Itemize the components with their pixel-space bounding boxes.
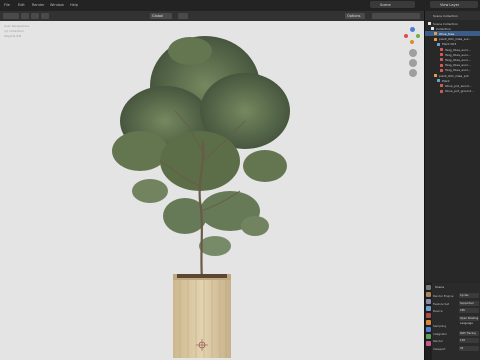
material-icon xyxy=(440,89,443,93)
property-value-field[interactable]: Cycles xyxy=(459,293,479,298)
outliner-row-label: Olive_pot_wood... xyxy=(445,83,472,88)
right-panel: Scene Collection Scene Collection Collect… xyxy=(424,11,480,360)
properties-editor[interactable]: Scene Render Engine Cycles Feature Set Supp… xyxy=(425,283,480,360)
outliner-row-label: Olive_pot_ground... xyxy=(445,89,475,94)
collection-icon xyxy=(431,27,434,31)
outliner-title: Scene Collection xyxy=(433,13,458,18)
3d-viewport[interactable]: Global Options User Perspective (1) Coll… xyxy=(0,11,424,360)
property-value-field[interactable]: 128 xyxy=(459,338,479,343)
menu-file[interactable]: File xyxy=(4,3,10,7)
modifier-tab-icon[interactable] xyxy=(426,327,431,332)
material-icon xyxy=(440,68,443,72)
world-tab-icon[interactable] xyxy=(426,313,431,318)
property-row: Render 128 xyxy=(433,338,480,344)
object-icon xyxy=(434,37,437,41)
object-tab-icon[interactable] xyxy=(426,320,431,325)
menu-window[interactable]: Window xyxy=(50,3,64,7)
menu-edit[interactable]: Edit xyxy=(18,3,25,7)
property-label: Device xyxy=(433,309,443,313)
outliner-row-label: Twig_Olea_euro... xyxy=(445,68,471,73)
material-tab-icon[interactable] xyxy=(426,341,431,346)
top-menu-bar: File Edit Render Window Help Scene View … xyxy=(0,0,480,11)
property-label: Viewport xyxy=(433,346,446,351)
outliner[interactable]: Scene Collection Scene Collection Collect… xyxy=(425,11,480,281)
collection-icon xyxy=(428,22,431,25)
outliner-row-label: Twig_Olea_euro... xyxy=(445,63,471,68)
outliner-row-label: Twig_Olea_euro... xyxy=(445,52,471,57)
property-value-field[interactable]: CPU xyxy=(459,308,479,313)
outliner-row[interactable]: Olive_pot_ground... xyxy=(425,89,480,94)
material-icon xyxy=(440,53,443,57)
property-row: Device CPU xyxy=(433,308,480,314)
property-row: Open Shading Language xyxy=(433,315,480,325)
olive-tree-model xyxy=(112,36,290,358)
property-value-field[interactable]: Open Shading Language xyxy=(459,315,479,325)
property-value-field[interactable]: 32 xyxy=(459,345,479,351)
property-label: Sampling xyxy=(433,324,447,328)
render-tab-icon[interactable] xyxy=(426,292,431,297)
outliner-row-label: Twig_Olea_euro... xyxy=(445,47,471,52)
property-row: Integrator Path Tracing xyxy=(433,330,480,337)
property-row: Render Engine Cycles xyxy=(433,293,480,299)
outliner-row-label: Olive_tree xyxy=(439,31,455,36)
property-row: Feature Set Supported xyxy=(433,300,480,307)
properties-tabs xyxy=(425,283,432,360)
property-row: Sampling xyxy=(433,323,480,329)
mesh-icon xyxy=(437,42,440,46)
property-label: Render xyxy=(433,339,443,343)
object-icon xyxy=(434,74,437,77)
material-icon xyxy=(440,63,443,67)
view-layer-selector[interactable]: View Layer xyxy=(430,1,478,8)
property-row: Viewport 32 xyxy=(433,345,480,352)
view-layer-name: View Layer xyxy=(440,2,460,7)
property-value-field[interactable]: Supported xyxy=(459,300,479,306)
material-icon xyxy=(440,84,443,88)
property-label: Feature Set xyxy=(433,301,450,306)
material-icon xyxy=(440,58,443,62)
property-label: Render Engine xyxy=(433,294,454,298)
outliner-row-label: Plant xyxy=(442,78,450,83)
outliner-header: Scene Collection xyxy=(425,11,480,20)
outliner-row-label: Collection xyxy=(436,26,451,31)
data-tab-icon[interactable] xyxy=(426,334,431,339)
menu-render[interactable]: Render xyxy=(32,3,44,7)
outliner-row-label: Scene Collection xyxy=(433,21,458,26)
property-value-field[interactable]: Path Tracing xyxy=(459,330,479,336)
property-label: Integrator xyxy=(433,331,448,336)
outliner-row-label: plant_001_Olea_pot xyxy=(439,73,469,78)
properties-header: Scene xyxy=(435,285,445,289)
tool-tab-icon[interactable] xyxy=(426,285,431,290)
object-icon xyxy=(434,32,437,36)
menu-help[interactable]: Help xyxy=(70,3,78,7)
mesh-icon xyxy=(437,79,440,83)
material-icon xyxy=(440,48,443,51)
scene-name: Scene xyxy=(380,2,391,7)
scene-selector[interactable]: Scene xyxy=(370,1,415,8)
outliner-row-label: Plant 003 xyxy=(442,42,457,47)
output-tab-icon[interactable] xyxy=(426,299,431,304)
scene-tab-icon[interactable] xyxy=(426,306,431,311)
outliner-row-label: Twig_Olea_euro... xyxy=(445,57,471,62)
outliner-row-label: plant_001_Olea_eur... xyxy=(439,37,472,42)
